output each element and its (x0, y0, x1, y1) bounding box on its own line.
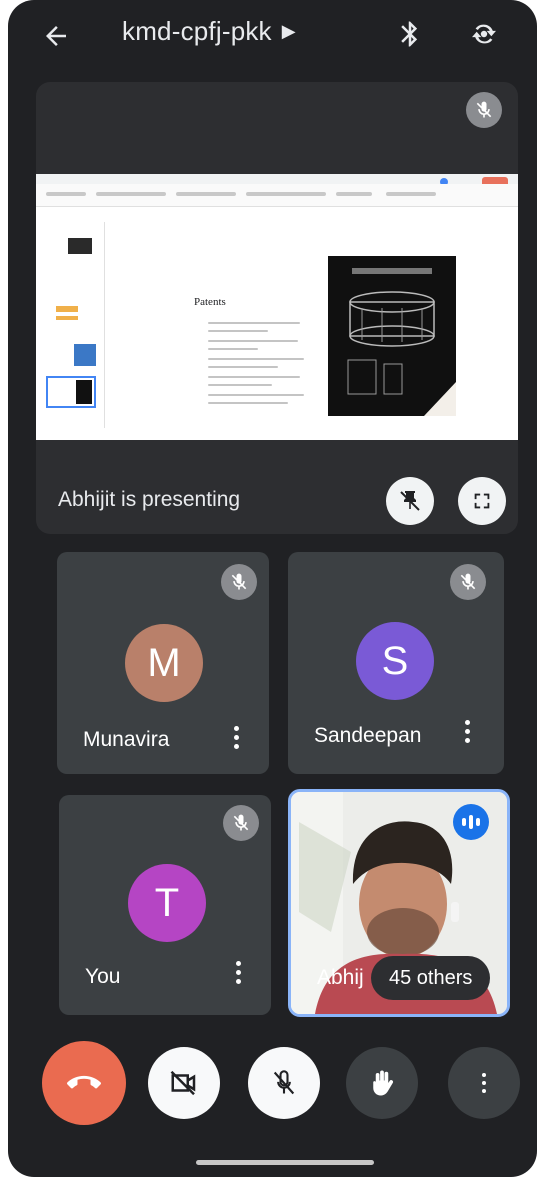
participant-tile-video[interactable]: Abhij 45 others (288, 789, 510, 1017)
more-vert-icon (477, 1073, 491, 1093)
raise-hand-button[interactable] (346, 1047, 418, 1119)
participant-tile-munavira[interactable]: M Munavira (57, 552, 269, 774)
camera-toggle-button[interactable] (148, 1047, 220, 1119)
avatar: M (125, 624, 203, 702)
meet-screen: kmd-cpfj-pkk ▶ Patents Abhijit is presen… (8, 0, 537, 1177)
participant-name: Munavira (83, 728, 170, 751)
presentation-card[interactable]: Patents Abhijit is presenting (36, 82, 518, 534)
bluetooth-icon[interactable] (392, 16, 428, 52)
slide-title: Patents (194, 296, 226, 308)
slide-canvas: Patents (122, 222, 514, 432)
avatar: S (356, 622, 434, 700)
mic-off-icon (221, 564, 257, 600)
camera-off-icon (170, 1070, 196, 1096)
meeting-code: kmd-cpfj-pkk (122, 16, 272, 46)
shared-toolbar (36, 184, 518, 207)
others-count-pill[interactable]: 45 others (371, 956, 491, 1000)
more-vert-icon[interactable] (231, 961, 245, 984)
patent-drawing-image (328, 256, 456, 416)
speaking-indicator-icon (453, 804, 489, 840)
fullscreen-icon[interactable] (458, 477, 506, 525)
more-options-button[interactable] (448, 1047, 520, 1119)
participant-name: You (85, 965, 121, 988)
top-bar: kmd-cpfj-pkk ▶ (8, 0, 537, 70)
end-call-button[interactable] (42, 1041, 126, 1125)
slide-thumbnail (46, 338, 96, 368)
slide-thumbnail (46, 298, 96, 328)
participant-tile-sandeepan[interactable]: S Sandeepan (288, 552, 504, 774)
meeting-title[interactable]: kmd-cpfj-pkk ▶ (122, 16, 296, 47)
participant-tile-you[interactable]: T You (59, 795, 271, 1015)
home-indicator (196, 1160, 374, 1165)
mic-off-icon (273, 1070, 295, 1095)
participant-name: Abhij (317, 966, 364, 989)
mic-off-icon (223, 805, 259, 841)
switch-camera-icon[interactable] (464, 14, 504, 54)
presenting-label: Abhijit is presenting (58, 488, 241, 511)
slide-thumbnail-selected (46, 376, 96, 408)
slide-thumbnail (46, 230, 96, 260)
avatar: T (128, 864, 206, 942)
participant-name: Sandeepan (314, 724, 422, 747)
end-call-icon (67, 1075, 101, 1089)
presenting-bar: Abhijit is presenting (36, 468, 518, 534)
mic-off-icon (450, 564, 486, 600)
shared-screen: Patents (36, 174, 518, 440)
caret-right-icon: ▶ (281, 21, 296, 41)
pin-off-icon[interactable] (386, 477, 434, 525)
more-vert-icon[interactable] (229, 726, 243, 749)
slide-thumbnails (42, 222, 105, 428)
raise-hand-icon (373, 1070, 394, 1096)
back-arrow-icon[interactable] (38, 18, 74, 54)
mic-toggle-button[interactable] (248, 1047, 320, 1119)
more-vert-icon[interactable] (460, 720, 474, 743)
mic-off-icon (466, 92, 502, 128)
